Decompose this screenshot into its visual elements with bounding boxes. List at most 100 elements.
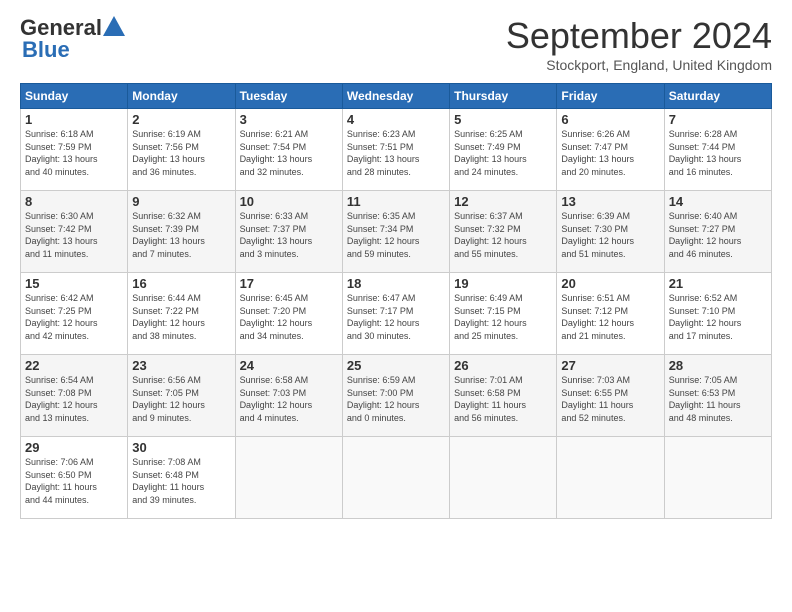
day-info: Sunrise: 6:40 AM Sunset: 7:27 PM Dayligh… xyxy=(669,210,767,260)
day-number: 19 xyxy=(454,276,552,291)
day-info: Sunrise: 6:58 AM Sunset: 7:03 PM Dayligh… xyxy=(240,374,338,424)
day-number: 9 xyxy=(132,194,230,209)
calendar-cell: 11Sunrise: 6:35 AM Sunset: 7:34 PM Dayli… xyxy=(342,191,449,273)
week-row-3: 15Sunrise: 6:42 AM Sunset: 7:25 PM Dayli… xyxy=(21,273,772,355)
calendar-cell: 30Sunrise: 7:08 AM Sunset: 6:48 PM Dayli… xyxy=(128,437,235,519)
logo-blue-line: Blue xyxy=(22,37,125,63)
day-number: 12 xyxy=(454,194,552,209)
day-info: Sunrise: 6:23 AM Sunset: 7:51 PM Dayligh… xyxy=(347,128,445,178)
day-info: Sunrise: 7:08 AM Sunset: 6:48 PM Dayligh… xyxy=(132,456,230,506)
day-info: Sunrise: 7:01 AM Sunset: 6:58 PM Dayligh… xyxy=(454,374,552,424)
day-info: Sunrise: 7:05 AM Sunset: 6:53 PM Dayligh… xyxy=(669,374,767,424)
calendar-cell: 13Sunrise: 6:39 AM Sunset: 7:30 PM Dayli… xyxy=(557,191,664,273)
day-number: 6 xyxy=(561,112,659,127)
day-number: 27 xyxy=(561,358,659,373)
day-number: 11 xyxy=(347,194,445,209)
day-number: 10 xyxy=(240,194,338,209)
weekday-header-row: SundayMondayTuesdayWednesdayThursdayFrid… xyxy=(21,84,772,109)
calendar-cell: 2Sunrise: 6:19 AM Sunset: 7:56 PM Daylig… xyxy=(128,109,235,191)
calendar-cell: 5Sunrise: 6:25 AM Sunset: 7:49 PM Daylig… xyxy=(450,109,557,191)
day-number: 20 xyxy=(561,276,659,291)
week-row-2: 8Sunrise: 6:30 AM Sunset: 7:42 PM Daylig… xyxy=(21,191,772,273)
day-number: 4 xyxy=(347,112,445,127)
calendar-cell: 12Sunrise: 6:37 AM Sunset: 7:32 PM Dayli… xyxy=(450,191,557,273)
day-number: 30 xyxy=(132,440,230,455)
calendar-cell: 24Sunrise: 6:58 AM Sunset: 7:03 PM Dayli… xyxy=(235,355,342,437)
day-info: Sunrise: 6:59 AM Sunset: 7:00 PM Dayligh… xyxy=(347,374,445,424)
calendar-cell xyxy=(342,437,449,519)
location: Stockport, England, United Kingdom xyxy=(506,57,772,73)
page: General Blue September 2024 Stockport, E… xyxy=(0,0,792,612)
day-info: Sunrise: 6:42 AM Sunset: 7:25 PM Dayligh… xyxy=(25,292,123,342)
calendar-cell: 3Sunrise: 6:21 AM Sunset: 7:54 PM Daylig… xyxy=(235,109,342,191)
logo: General Blue xyxy=(20,15,125,63)
weekday-tuesday: Tuesday xyxy=(235,84,342,109)
calendar-cell: 9Sunrise: 6:32 AM Sunset: 7:39 PM Daylig… xyxy=(128,191,235,273)
day-info: Sunrise: 6:52 AM Sunset: 7:10 PM Dayligh… xyxy=(669,292,767,342)
day-number: 7 xyxy=(669,112,767,127)
day-info: Sunrise: 7:06 AM Sunset: 6:50 PM Dayligh… xyxy=(25,456,123,506)
day-info: Sunrise: 6:47 AM Sunset: 7:17 PM Dayligh… xyxy=(347,292,445,342)
day-info: Sunrise: 6:32 AM Sunset: 7:39 PM Dayligh… xyxy=(132,210,230,260)
week-row-1: 1Sunrise: 6:18 AM Sunset: 7:59 PM Daylig… xyxy=(21,109,772,191)
calendar-table: SundayMondayTuesdayWednesdayThursdayFrid… xyxy=(20,83,772,519)
day-number: 17 xyxy=(240,276,338,291)
logo-blue: Blue xyxy=(22,37,70,62)
day-info: Sunrise: 6:35 AM Sunset: 7:34 PM Dayligh… xyxy=(347,210,445,260)
calendar-cell xyxy=(664,437,771,519)
day-info: Sunrise: 6:39 AM Sunset: 7:30 PM Dayligh… xyxy=(561,210,659,260)
day-info: Sunrise: 6:18 AM Sunset: 7:59 PM Dayligh… xyxy=(25,128,123,178)
calendar-cell xyxy=(235,437,342,519)
calendar-cell: 22Sunrise: 6:54 AM Sunset: 7:08 PM Dayli… xyxy=(21,355,128,437)
day-number: 16 xyxy=(132,276,230,291)
day-number: 21 xyxy=(669,276,767,291)
day-number: 15 xyxy=(25,276,123,291)
weekday-sunday: Sunday xyxy=(21,84,128,109)
weekday-friday: Friday xyxy=(557,84,664,109)
header: General Blue September 2024 Stockport, E… xyxy=(20,15,772,73)
calendar-cell: 29Sunrise: 7:06 AM Sunset: 6:50 PM Dayli… xyxy=(21,437,128,519)
day-number: 25 xyxy=(347,358,445,373)
calendar-cell: 10Sunrise: 6:33 AM Sunset: 7:37 PM Dayli… xyxy=(235,191,342,273)
day-number: 2 xyxy=(132,112,230,127)
calendar-cell: 18Sunrise: 6:47 AM Sunset: 7:17 PM Dayli… xyxy=(342,273,449,355)
calendar-cell: 28Sunrise: 7:05 AM Sunset: 6:53 PM Dayli… xyxy=(664,355,771,437)
calendar-cell: 27Sunrise: 7:03 AM Sunset: 6:55 PM Dayli… xyxy=(557,355,664,437)
calendar-cell: 1Sunrise: 6:18 AM Sunset: 7:59 PM Daylig… xyxy=(21,109,128,191)
day-info: Sunrise: 6:33 AM Sunset: 7:37 PM Dayligh… xyxy=(240,210,338,260)
day-info: Sunrise: 6:45 AM Sunset: 7:20 PM Dayligh… xyxy=(240,292,338,342)
calendar-cell xyxy=(557,437,664,519)
day-info: Sunrise: 6:19 AM Sunset: 7:56 PM Dayligh… xyxy=(132,128,230,178)
month-title: September 2024 xyxy=(506,15,772,57)
day-number: 14 xyxy=(669,194,767,209)
day-number: 13 xyxy=(561,194,659,209)
day-info: Sunrise: 6:51 AM Sunset: 7:12 PM Dayligh… xyxy=(561,292,659,342)
week-row-4: 22Sunrise: 6:54 AM Sunset: 7:08 PM Dayli… xyxy=(21,355,772,437)
day-info: Sunrise: 6:54 AM Sunset: 7:08 PM Dayligh… xyxy=(25,374,123,424)
calendar-cell: 17Sunrise: 6:45 AM Sunset: 7:20 PM Dayli… xyxy=(235,273,342,355)
weekday-wednesday: Wednesday xyxy=(342,84,449,109)
day-info: Sunrise: 6:21 AM Sunset: 7:54 PM Dayligh… xyxy=(240,128,338,178)
calendar-cell: 6Sunrise: 6:26 AM Sunset: 7:47 PM Daylig… xyxy=(557,109,664,191)
calendar-cell: 23Sunrise: 6:56 AM Sunset: 7:05 PM Dayli… xyxy=(128,355,235,437)
day-number: 23 xyxy=(132,358,230,373)
day-info: Sunrise: 6:56 AM Sunset: 7:05 PM Dayligh… xyxy=(132,374,230,424)
calendar-cell: 15Sunrise: 6:42 AM Sunset: 7:25 PM Dayli… xyxy=(21,273,128,355)
calendar-cell xyxy=(450,437,557,519)
day-info: Sunrise: 7:03 AM Sunset: 6:55 PM Dayligh… xyxy=(561,374,659,424)
calendar-cell: 21Sunrise: 6:52 AM Sunset: 7:10 PM Dayli… xyxy=(664,273,771,355)
weekday-thursday: Thursday xyxy=(450,84,557,109)
calendar-cell: 20Sunrise: 6:51 AM Sunset: 7:12 PM Dayli… xyxy=(557,273,664,355)
calendar-cell: 14Sunrise: 6:40 AM Sunset: 7:27 PM Dayli… xyxy=(664,191,771,273)
day-number: 18 xyxy=(347,276,445,291)
day-info: Sunrise: 6:25 AM Sunset: 7:49 PM Dayligh… xyxy=(454,128,552,178)
title-block: September 2024 Stockport, England, Unite… xyxy=(506,15,772,73)
day-info: Sunrise: 6:44 AM Sunset: 7:22 PM Dayligh… xyxy=(132,292,230,342)
day-number: 3 xyxy=(240,112,338,127)
week-row-5: 29Sunrise: 7:06 AM Sunset: 6:50 PM Dayli… xyxy=(21,437,772,519)
calendar-cell: 16Sunrise: 6:44 AM Sunset: 7:22 PM Dayli… xyxy=(128,273,235,355)
calendar-cell: 4Sunrise: 6:23 AM Sunset: 7:51 PM Daylig… xyxy=(342,109,449,191)
day-number: 5 xyxy=(454,112,552,127)
day-info: Sunrise: 6:49 AM Sunset: 7:15 PM Dayligh… xyxy=(454,292,552,342)
weekday-saturday: Saturday xyxy=(664,84,771,109)
